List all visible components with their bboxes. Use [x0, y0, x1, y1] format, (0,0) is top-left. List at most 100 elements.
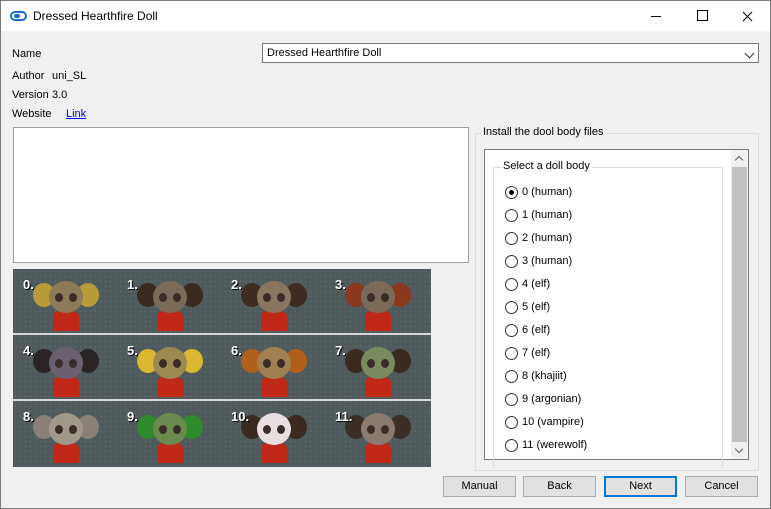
description-box: [13, 127, 469, 263]
scrollbar[interactable]: [731, 150, 748, 459]
doll-eye: [159, 359, 167, 368]
doll-number: 0.: [23, 277, 34, 292]
doll-thumbnail: 8.: [13, 401, 117, 465]
app-icon: [10, 11, 27, 21]
radio-label: 8 (khajiit): [522, 370, 567, 382]
doll-eye: [277, 359, 285, 368]
doll-number: 11.: [335, 409, 353, 424]
doll-preview-image: 0. 1. 2. 3. 4. 5. 6. 7. 8. 9. 10. 11.: [13, 269, 431, 467]
install-group-title: Install the dool body files: [481, 126, 606, 138]
scroll-up-icon[interactable]: [734, 155, 744, 165]
doll-body: [157, 377, 183, 397]
radio-button[interactable]: [505, 255, 518, 268]
doll-number: 1.: [127, 277, 138, 292]
doll-number: 6.: [231, 343, 242, 358]
doll-eye: [55, 293, 63, 302]
radio-button[interactable]: [505, 439, 518, 452]
doll-number: 7.: [335, 343, 346, 358]
doll-body: [53, 311, 79, 331]
website-link[interactable]: Link: [66, 108, 86, 120]
radio-button[interactable]: [505, 186, 518, 199]
doll-eye: [55, 359, 63, 368]
scroll-down-icon[interactable]: [734, 444, 744, 454]
cancel-button[interactable]: Cancel: [685, 476, 758, 497]
doll-eye: [263, 293, 271, 302]
doll-body: [365, 377, 391, 397]
radio-label: 1 (human): [522, 209, 573, 221]
radio-label: 7 (elf): [522, 347, 551, 359]
doll-number: 9.: [127, 409, 138, 424]
radio-label: 5 (elf): [522, 301, 551, 313]
doll-body: [157, 311, 183, 331]
radio-label: 9 (argonian): [522, 393, 582, 405]
doll-body: [261, 377, 287, 397]
back-button[interactable]: Back: [523, 476, 596, 497]
doll-thumbnail: 2.: [221, 269, 325, 333]
scrollbar-thumb[interactable]: [732, 167, 747, 442]
radio-button[interactable]: [505, 278, 518, 291]
doll-number: 2.: [231, 277, 242, 292]
doll-thumbnail: 11.: [325, 401, 429, 465]
close-button[interactable]: [724, 1, 770, 31]
author-label: Author: [12, 70, 45, 82]
doll-thumbnail: 0.: [13, 269, 117, 333]
radio-button[interactable]: [505, 301, 518, 314]
doll-eye: [173, 293, 181, 302]
doll-body: [261, 443, 287, 463]
doll-eye: [173, 359, 181, 368]
maximize-button[interactable]: [679, 1, 725, 31]
name-dropdown[interactable]: Dressed Hearthfire Doll: [262, 43, 759, 63]
doll-eye: [367, 293, 375, 302]
doll-number: 3.: [335, 277, 346, 292]
doll-body: [157, 443, 183, 463]
doll-eye: [263, 425, 271, 434]
doll-eye: [55, 425, 63, 434]
doll-body: [365, 311, 391, 331]
radio-button[interactable]: [505, 393, 518, 406]
radio-button[interactable]: [505, 370, 518, 383]
next-button[interactable]: Next: [604, 476, 677, 497]
radio-button[interactable]: [505, 232, 518, 245]
chevron-down-icon: [744, 48, 755, 59]
window-title: Dressed Hearthfire Doll: [33, 9, 158, 23]
doll-eye: [381, 425, 389, 434]
doll-body: [53, 377, 79, 397]
doll-body: [365, 443, 391, 463]
radio-label: 10 (vampire): [522, 416, 584, 428]
radio-label: 4 (elf): [522, 278, 551, 290]
doll-eye: [69, 425, 77, 434]
doll-thumbnail: 3.: [325, 269, 429, 333]
doll-number: 4.: [23, 343, 34, 358]
doll-eye: [69, 359, 77, 368]
minimize-button[interactable]: [633, 1, 679, 31]
doll-eye: [159, 425, 167, 434]
doll-eye: [381, 293, 389, 302]
doll-eye: [381, 359, 389, 368]
doll-thumbnail: 4.: [13, 335, 117, 399]
doll-number: 8.: [23, 409, 34, 424]
version-label: Version: [12, 89, 49, 101]
doll-eye: [367, 359, 375, 368]
radio-label: 0 (human): [522, 186, 573, 198]
installer-window: Dressed Hearthfire Doll Name Dressed Hea…: [0, 0, 771, 509]
author-value: uni_SL: [52, 70, 87, 82]
doll-eye: [159, 293, 167, 302]
radio-label: 6 (elf): [522, 324, 551, 336]
select-group-title: Select a doll body: [501, 160, 592, 172]
radio-button[interactable]: [505, 347, 518, 360]
name-label: Name: [12, 48, 42, 60]
doll-body-list: Select a doll body 0 (human) 1 (human) 2 (…: [484, 149, 749, 467]
doll-thumbnail: 7.: [325, 335, 429, 399]
radio-button[interactable]: [505, 209, 518, 222]
doll-eye: [173, 425, 181, 434]
doll-eye: [263, 359, 271, 368]
doll-thumbnail: 5.: [117, 335, 221, 399]
doll-thumbnail: 10.: [221, 401, 325, 465]
doll-eye: [277, 425, 285, 434]
manual-button[interactable]: Manual: [443, 476, 516, 497]
radio-button[interactable]: [505, 324, 518, 337]
doll-thumbnail: 1.: [117, 269, 221, 333]
radio-button[interactable]: [505, 416, 518, 429]
doll-number: 10.: [231, 409, 250, 424]
website-label: Website: [12, 108, 52, 120]
